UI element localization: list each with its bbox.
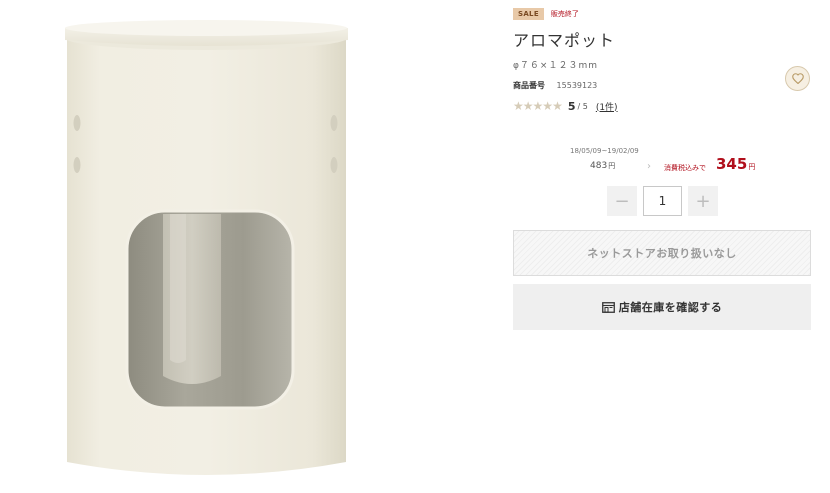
original-price: 483円	[590, 161, 615, 171]
quantity-increase-button[interactable]: +	[688, 186, 718, 216]
product-title: アロマポット	[513, 31, 616, 50]
rating-max: / 5	[577, 101, 588, 111]
product-page: SALE 販売終了 アロマポット φ７６×１２３mm 商品番号 15539123…	[0, 0, 830, 493]
star-icon: ★	[513, 99, 524, 113]
store-icon	[601, 301, 615, 313]
product-details-panel: SALE 販売終了 アロマポット φ７６×１２３mm 商品番号 15539123…	[513, 0, 811, 493]
favorite-button[interactable]	[785, 66, 810, 91]
rating-stars: ★★★★★	[513, 99, 563, 113]
check-store-stock-label: 店舗在庫を確認する	[618, 301, 723, 314]
rating-score: 5	[567, 99, 576, 113]
product-number-label: 商品番号	[513, 81, 545, 90]
product-size: φ７６×１２３mm	[513, 61, 599, 71]
star-icon: ★	[552, 99, 563, 113]
review-count-link[interactable]: (1件)	[596, 100, 618, 113]
tax-included-label: 消費税込みで	[664, 164, 706, 172]
sale-price-currency: 円	[748, 163, 756, 171]
chevron-right-icon: ›	[647, 161, 651, 172]
add-to-cart-button-disabled: ネットストアお取り扱いなし	[513, 230, 811, 276]
quantity-input[interactable]	[643, 186, 682, 216]
star-icon: ★	[542, 99, 553, 113]
quantity-stepper: − +	[607, 186, 718, 216]
rating: ★★★★★ 5 / 5 (1件)	[513, 99, 618, 113]
sale-badge: SALE	[513, 8, 544, 20]
heart-icon	[791, 73, 804, 84]
star-icon: ★	[522, 99, 534, 113]
badges: SALE 販売終了	[513, 8, 579, 20]
product-number-value: 15539123	[556, 81, 598, 90]
product-number: 商品番号 15539123	[513, 80, 597, 91]
status-badge: 販売終了	[550, 10, 579, 18]
star-icon: ★	[532, 99, 544, 113]
product-image	[0, 0, 480, 493]
sale-price: 345円	[716, 155, 755, 173]
original-price-currency: 円	[608, 162, 616, 170]
check-store-stock-button[interactable]: 店舗在庫を確認する	[513, 284, 811, 330]
original-price-value: 483	[590, 161, 608, 171]
sale-price-value: 345	[716, 155, 748, 173]
quantity-decrease-button[interactable]: −	[607, 186, 637, 216]
aroma-pot-illustration	[65, 20, 348, 475]
sale-period: 18/05/09~19/02/09	[570, 147, 639, 155]
